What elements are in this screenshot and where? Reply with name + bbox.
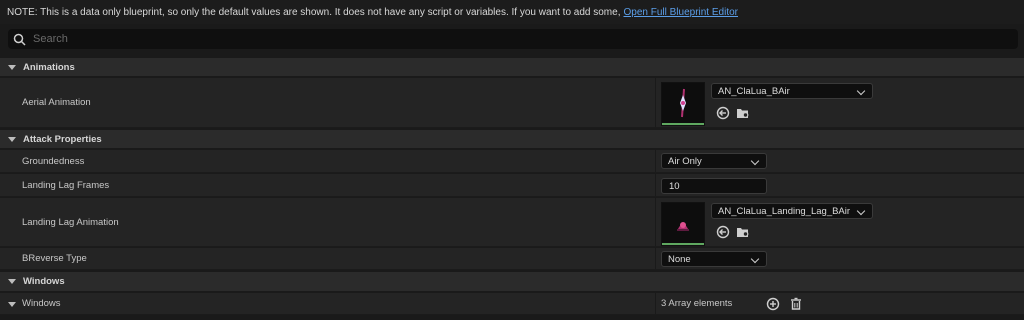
property-label: Aerial Animation bbox=[22, 97, 91, 108]
open-full-blueprint-editor-link[interactable]: Open Full Blueprint Editor bbox=[623, 7, 738, 18]
property-row-groundedness: Groundedness Air Only bbox=[0, 150, 1024, 173]
column-divider[interactable] bbox=[655, 293, 656, 314]
category-windows[interactable]: Windows bbox=[0, 271, 1024, 292]
use-selected-asset-icon[interactable] bbox=[716, 106, 730, 120]
property-label: Groundedness bbox=[22, 155, 85, 167]
array-count: 3 Array elements bbox=[661, 298, 733, 309]
column-divider[interactable] bbox=[655, 78, 656, 127]
animation-thumbnail-icon bbox=[677, 222, 689, 231]
property-row-breverse-type: BReverse Type None bbox=[0, 248, 1024, 270]
dropdown-value: Air Only bbox=[668, 155, 702, 167]
breverse-type-dropdown[interactable]: None bbox=[661, 251, 767, 267]
data-only-notice: NOTE: This is a data only blueprint, so … bbox=[0, 0, 1024, 24]
number-value: 10 bbox=[669, 180, 680, 192]
chevron-down-icon bbox=[856, 86, 866, 96]
use-selected-asset-icon[interactable] bbox=[716, 225, 730, 239]
collapse-arrow-icon[interactable] bbox=[8, 136, 16, 142]
asset-thumbnail[interactable] bbox=[661, 202, 705, 246]
column-divider[interactable] bbox=[655, 248, 656, 269]
notice-text: NOTE: This is a data only blueprint, so … bbox=[7, 6, 621, 18]
property-row-windows: Windows 3 Array elements bbox=[0, 293, 1024, 315]
asset-type-bar bbox=[662, 243, 704, 245]
search-input[interactable] bbox=[31, 32, 935, 46]
browse-asset-icon[interactable] bbox=[736, 106, 750, 120]
property-row-aerial-animation: Aerial Animation AN_ClaLua_BAir bbox=[0, 78, 1024, 128]
property-row-landing-lag-frames: Landing Lag Frames 10 bbox=[0, 174, 1024, 197]
dropdown-value: None bbox=[668, 253, 691, 265]
add-element-icon[interactable] bbox=[766, 297, 780, 311]
category-animations[interactable]: Animations bbox=[0, 57, 1024, 77]
groundedness-dropdown[interactable]: Air Only bbox=[661, 153, 767, 169]
asset-name: AN_ClaLua_Landing_Lag_BAir bbox=[718, 205, 851, 217]
expand-arrow-icon[interactable] bbox=[8, 302, 16, 307]
property-row-landing-lag-animation: Landing Lag Animation AN_ClaLua_Landing_… bbox=[0, 198, 1024, 247]
category-label: Animations bbox=[23, 61, 75, 73]
collapse-arrow-icon[interactable] bbox=[8, 279, 16, 284]
property-label: BReverse Type bbox=[22, 253, 87, 264]
animation-thumbnail-icon bbox=[680, 88, 686, 118]
property-label: Windows bbox=[22, 298, 61, 309]
property-label: Landing Lag Frames bbox=[22, 179, 110, 191]
landing-lag-frames-input[interactable]: 10 bbox=[661, 178, 767, 194]
column-divider[interactable] bbox=[655, 174, 656, 196]
asset-type-bar bbox=[662, 123, 704, 125]
browse-asset-icon[interactable] bbox=[736, 225, 750, 239]
asset-picker-combo[interactable]: AN_ClaLua_Landing_Lag_BAir bbox=[711, 203, 873, 219]
chevron-down-icon bbox=[750, 156, 760, 166]
chevron-down-icon bbox=[856, 206, 866, 216]
asset-picker-combo[interactable]: AN_ClaLua_BAir bbox=[711, 83, 873, 99]
chevron-down-icon bbox=[750, 254, 760, 264]
collapse-arrow-icon[interactable] bbox=[8, 64, 16, 70]
category-attack-properties[interactable]: Attack Properties bbox=[0, 129, 1024, 149]
column-divider[interactable] bbox=[655, 150, 656, 172]
category-label: Windows bbox=[23, 276, 65, 287]
asset-name: AN_ClaLua_BAir bbox=[718, 85, 790, 97]
property-label: Landing Lag Animation bbox=[22, 216, 119, 228]
search-bar[interactable] bbox=[8, 29, 1018, 49]
delete-all-icon[interactable] bbox=[789, 297, 803, 311]
search-icon bbox=[13, 33, 26, 46]
column-divider[interactable] bbox=[655, 198, 656, 246]
asset-thumbnail[interactable] bbox=[661, 82, 705, 126]
category-label: Attack Properties bbox=[23, 133, 102, 145]
